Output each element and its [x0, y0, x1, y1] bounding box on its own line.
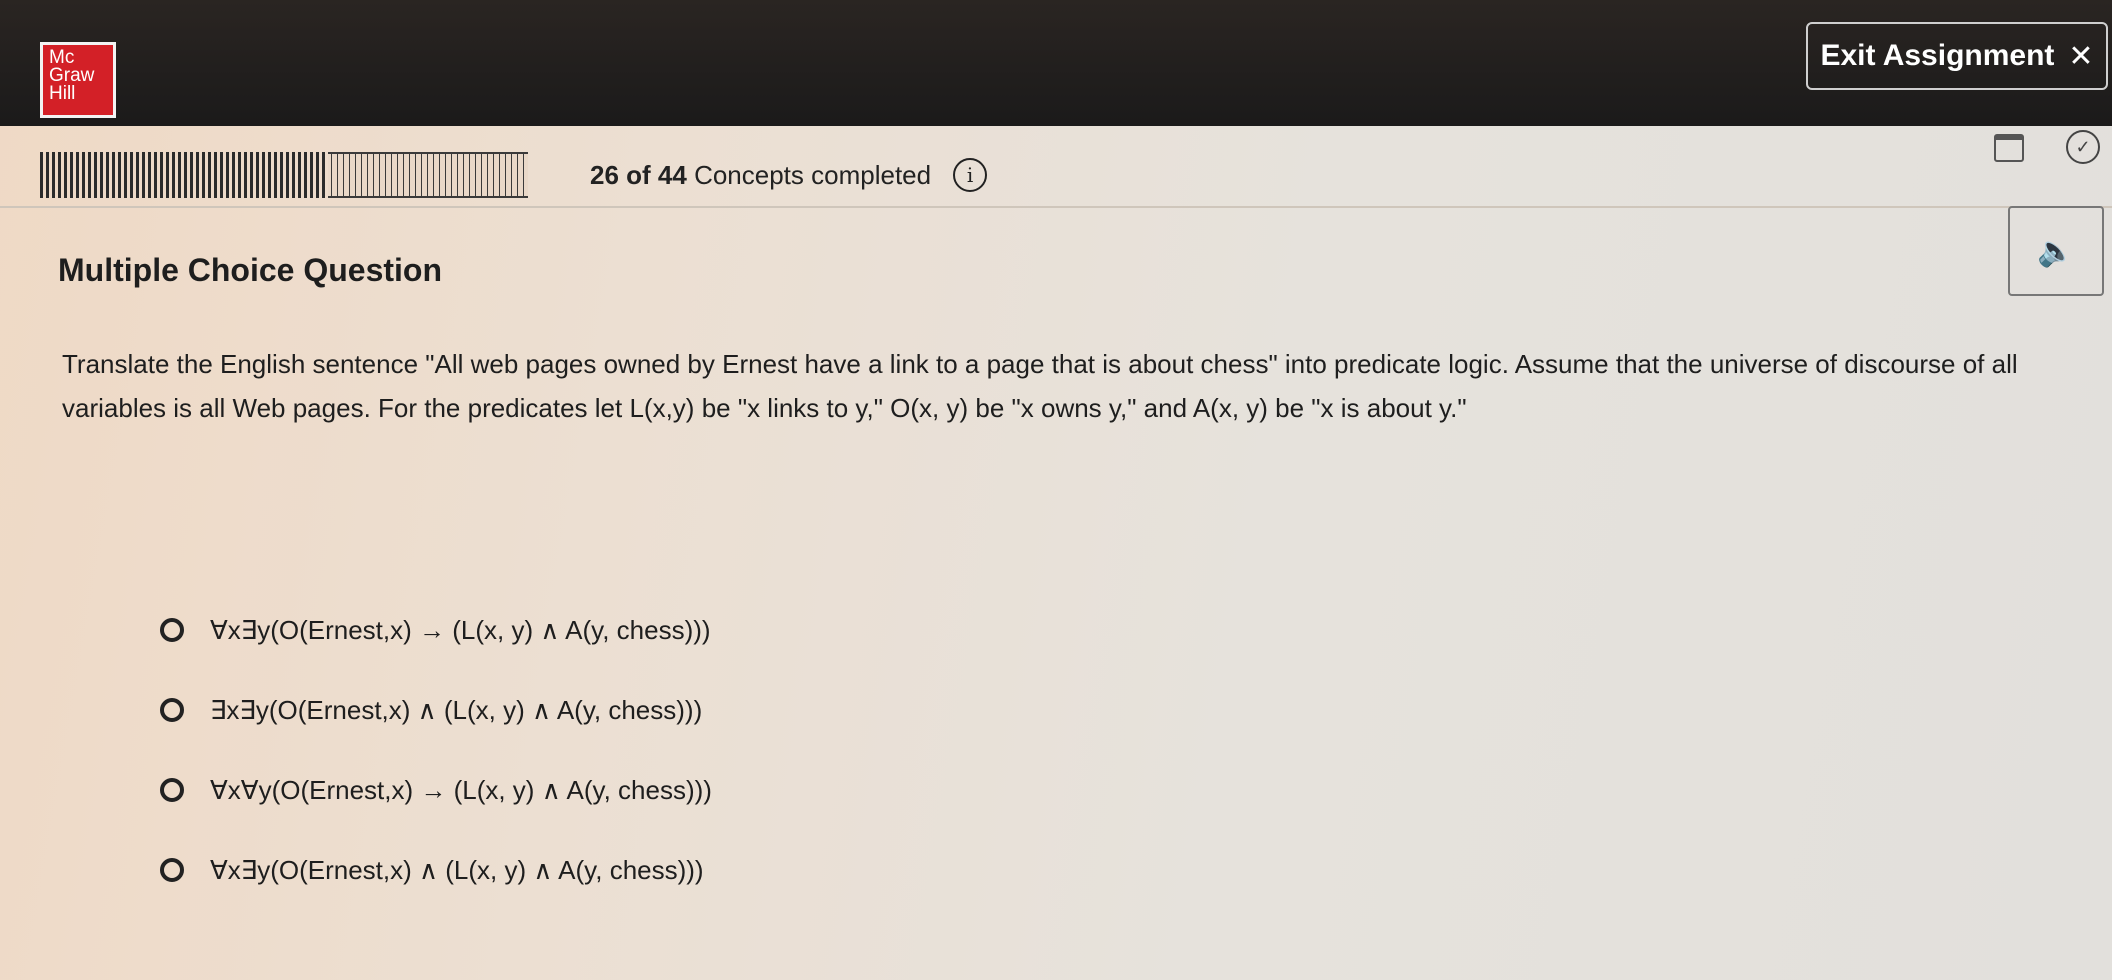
radio-button[interactable] [160, 858, 184, 882]
answer-option-label: ∀x∀y(O(Ernest,x) → (L(x, y) ∧ A(y, chess… [210, 774, 712, 805]
exit-assignment-button[interactable]: Exit Assignment ✕ [1806, 22, 2108, 90]
page: Mc Graw Hill Exit Assignment ✕ 26 of 44 … [0, 0, 2112, 980]
top-bar: Mc Graw Hill Exit Assignment ✕ [0, 0, 2112, 126]
answer-option-3[interactable]: ∀x∀y(O(Ernest,x) → (L(x, y) ∧ A(y, chess… [160, 750, 712, 830]
mcgraw-hill-logo: Mc Graw Hill [40, 42, 116, 118]
answer-option-label: ∃x∃y(O(Ernest,x) ∧ (L(x, y) ∧ A(y, chess… [210, 694, 703, 725]
progress-count: 26 of 44 [590, 159, 687, 190]
radio-button[interactable] [160, 778, 184, 802]
read-aloud-button[interactable]: 🔈 [2008, 206, 2104, 296]
calendar-icon[interactable] [1994, 134, 2024, 162]
progress-label: Concepts completed [694, 159, 932, 190]
logo-line-3: Hill [49, 83, 76, 104]
speaker-icon: 🔈 [2037, 234, 2075, 268]
progress-bar [40, 152, 528, 198]
answer-options: ∀x∃y(O(Ernest,x) → (L(x, y) ∧ A(y, chess… [160, 590, 712, 910]
divider [0, 206, 2112, 208]
answer-option-1[interactable]: ∀x∃y(O(Ernest,x) → (L(x, y) ∧ A(y, chess… [160, 590, 712, 670]
exit-assignment-label: Exit Assignment [1820, 39, 2055, 72]
progress-row: 26 of 44 Concepts completed i [40, 150, 988, 200]
question-prompt: Translate the English sentence "All web … [62, 349, 2018, 423]
radio-button[interactable] [160, 618, 184, 642]
answer-option-2[interactable]: ∃x∃y(O(Ernest,x) ∧ (L(x, y) ∧ A(y, chess… [160, 670, 712, 750]
answer-option-label: ∀x∃y(O(Ernest,x) → (L(x, y) ∧ A(y, chess… [210, 614, 711, 645]
answer-option-label: ∀x∃y(O(Ernest,x) ∧ (L(x, y) ∧ A(y, chess… [210, 854, 704, 885]
answer-option-4[interactable]: ∀x∃y(O(Ernest,x) ∧ (L(x, y) ∧ A(y, chess… [160, 830, 712, 910]
question-type-heading: Multiple Choice Question [58, 252, 443, 288]
progress-bar-remaining [328, 152, 528, 198]
progress-text: 26 of 44 Concepts completed [590, 160, 931, 191]
close-icon: ✕ [2068, 39, 2094, 73]
info-icon[interactable]: i [953, 158, 988, 192]
radio-button[interactable] [160, 698, 184, 722]
checkmark-circle-icon[interactable]: ✓ [2066, 130, 2100, 164]
